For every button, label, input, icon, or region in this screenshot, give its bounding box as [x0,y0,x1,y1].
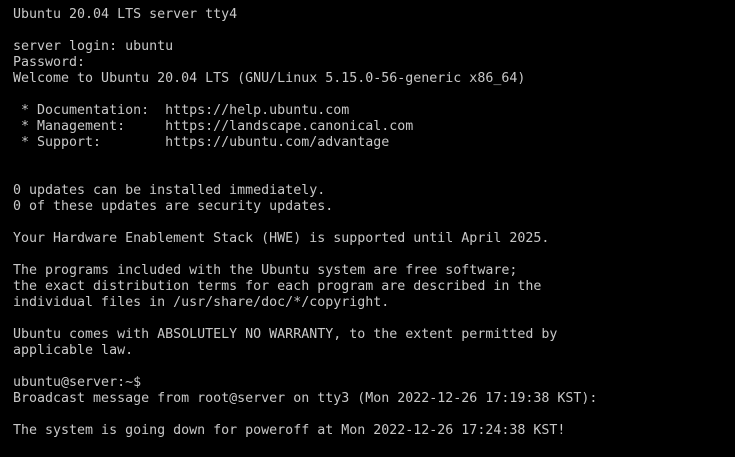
console-line: ubuntu@server:~$ [13,375,142,390]
console-line: Ubuntu 20.04 LTS server tty4 [13,7,238,22]
console-line: 0 updates can be installed immediately. [13,183,326,198]
console-line: * Management: https://landscape.canonica… [13,119,414,134]
console-line: Your Hardware Enablement Stack (HWE) is … [13,231,550,246]
console-line: server login: ubuntu [13,39,174,54]
console-line: * Support: https://ubuntu.com/advantage [13,135,390,150]
console-line: Broadcast message from root@server on tt… [13,391,598,406]
console-line: Ubuntu comes with ABSOLUTELY NO WARRANTY… [13,327,558,342]
console-line: individual files in /usr/share/doc/*/cop… [13,295,390,310]
console-line: Password: [13,55,86,70]
console-line: the exact distribution terms for each pr… [13,279,542,294]
console-line: 0 of these updates are security updates. [13,199,334,214]
console-line: * Documentation: https://help.ubuntu.com [13,103,350,118]
console-line: The system is going down for poweroff at… [13,423,566,438]
tty-console[interactable]: Ubuntu 20.04 LTS server tty4 server login… [13,7,597,439]
console-line: applicable law. [13,343,134,358]
console-line: Welcome to Ubuntu 20.04 LTS (GNU/Linux 5… [13,71,526,86]
console-line: The programs included with the Ubuntu sy… [13,263,518,278]
